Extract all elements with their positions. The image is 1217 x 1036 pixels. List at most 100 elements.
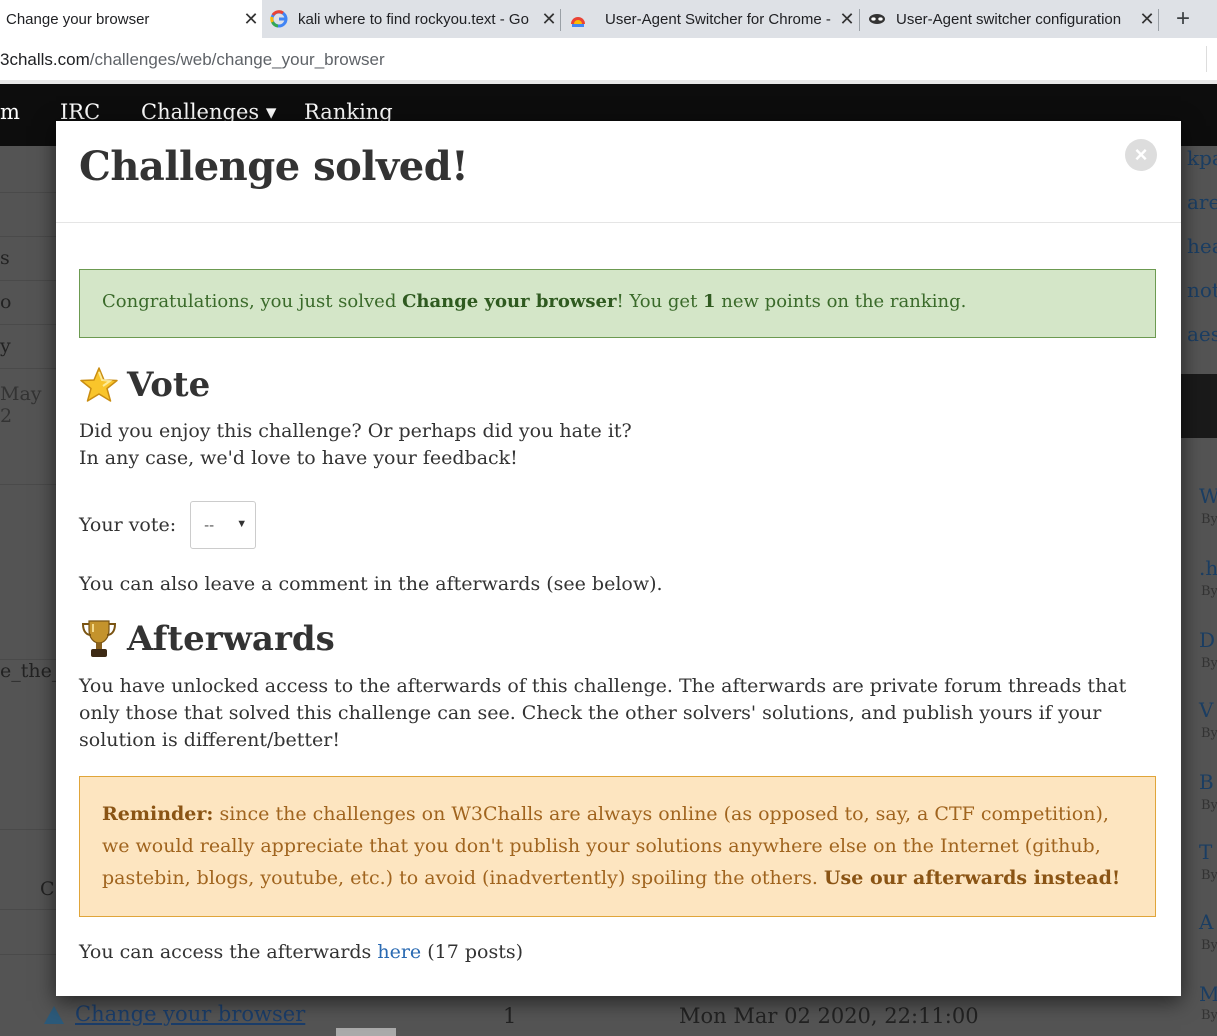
bg-text: .h (1199, 556, 1217, 580)
modal-title: Challenge solved! (79, 143, 469, 190)
afterwards-link[interactable]: here (377, 941, 421, 963)
bg-text: By (1201, 656, 1217, 671)
bg-text: W (1199, 484, 1217, 508)
reminder-emphasis: Use our afterwards instead! (823, 867, 1121, 889)
bg-text: M (1199, 982, 1217, 1006)
bg-text: D (1199, 628, 1216, 652)
browser-tab[interactable]: User-Agent Switcher for Chrome - ✕ (563, 0, 858, 38)
vote-select[interactable]: -- ▼ (190, 501, 257, 549)
close-modal-button[interactable]: × (1125, 139, 1157, 171)
url-path: /challenges/web/change_your_browser (89, 50, 385, 69)
trophy-icon (81, 620, 117, 657)
bg-text: are (1187, 190, 1217, 214)
star-icon (80, 367, 118, 402)
chrome-webstore-icon (571, 17, 585, 27)
close-tab-icon[interactable]: ✕ (836, 9, 858, 30)
bg-text: e_the_ (0, 660, 62, 682)
bg-text: not (1187, 278, 1217, 302)
bg-row (0, 484, 56, 615)
bg-text: B (1199, 770, 1214, 794)
bg-text: By (1201, 584, 1217, 599)
vote-description: Did you enjoy this challenge? Or perhaps… (79, 418, 632, 472)
bg-text: C (40, 878, 55, 900)
success-suffix: new points on the ranking. (715, 291, 967, 312)
success-middle: ! You get (616, 291, 704, 312)
bg-text: aes (1187, 322, 1217, 346)
bg-text: T (1199, 840, 1213, 864)
bg-row: s (0, 236, 56, 280)
access-prefix: You can access the afterwards (79, 941, 378, 963)
reminder-alert: Reminder: since the challenges on W3Chal… (79, 776, 1156, 917)
success-alert: Congratulations, you just solved Change … (79, 269, 1156, 338)
browser-tab-bar: Change your browser ✕ kali where to find… (0, 0, 1217, 38)
vote-heading: Vote (79, 365, 210, 405)
bg-text: o (0, 291, 12, 313)
comment-note: You can also leave a comment in the afte… (79, 573, 663, 595)
afterwards-description: You have unlocked access to the afterwar… (79, 675, 1127, 751)
bg-text: V (1199, 698, 1214, 722)
tab-title: User-Agent Switcher for Chrome - (605, 10, 831, 28)
bg-right-column: kpa are hea not aes W By .h By D By V By… (1181, 84, 1217, 1036)
modal-header: Challenge solved! × (56, 121, 1181, 223)
vote-heading-text: Vote (127, 365, 211, 405)
bg-text: kpa (1187, 146, 1217, 170)
browser-tab[interactable]: kali where to find rockyou.text - Go ✕ (264, 0, 560, 38)
google-icon (270, 10, 288, 28)
bg-text: By (1201, 726, 1217, 741)
browser-tab[interactable]: User-Agent switcher configuration ✕ (862, 0, 1158, 38)
vote-line-2: In any case, we'd love to have your feed… (79, 447, 518, 469)
challenge-solved-modal: Challenge solved! × Congratulations, you… (56, 121, 1181, 996)
bg-challenge-link[interactable]: Change your browser (75, 1002, 305, 1026)
bg-row (0, 954, 56, 1000)
bg-text: By (1201, 938, 1217, 953)
omnibox-edge (1206, 46, 1207, 72)
bg-challenge-date: Mon Mar 02 2020, 22:11:00 (679, 1004, 979, 1028)
tab-title: Change your browser (6, 10, 150, 28)
tab-title: User-Agent switcher configuration (896, 10, 1122, 28)
bg-text: By (1201, 1008, 1217, 1023)
caret-down-icon: ▼ (236, 518, 248, 530)
afterwards-heading: Afterwards (79, 618, 335, 660)
bg-text: By (1201, 868, 1217, 883)
vote-label: Your vote: (79, 514, 177, 536)
address-bar: 3challs.com/challenges/web/change_your_b… (0, 38, 1217, 82)
bg-text: By (1201, 798, 1217, 813)
close-tab-icon[interactable]: ✕ (1136, 9, 1158, 30)
bg-text: s (0, 247, 10, 269)
tab-divider (859, 9, 860, 31)
afterwards-access: You can access the afterwards here (17 p… (79, 939, 523, 966)
afterwards-heading-text: Afterwards (127, 619, 335, 659)
bg-row (0, 192, 56, 233)
access-suffix: (17 posts) (421, 941, 523, 963)
bg-row: o (0, 280, 56, 324)
vote-line-1: Did you enjoy this challenge? Or perhaps… (79, 420, 632, 442)
url-input[interactable]: 3challs.com/challenges/web/change_your_b… (0, 46, 1205, 74)
vote-selected-value: -- (204, 516, 215, 534)
bg-row (0, 909, 56, 955)
bg-text: hea (1187, 234, 1217, 258)
tab-title: kali where to find rockyou.text - Go (298, 10, 529, 28)
bg-row: C (0, 829, 56, 909)
close-tab-icon[interactable]: ✕ (240, 9, 262, 30)
bg-row: May 2 (0, 368, 56, 427)
nav-item-forum[interactable]: m (0, 100, 20, 124)
bg-text: A (1199, 910, 1214, 934)
bg-row: e_the_ (0, 659, 61, 700)
vote-row: Your vote: -- ▼ (79, 500, 257, 550)
bg-challenge-count: 1 (503, 1004, 517, 1028)
challenge-category-icon (44, 1006, 64, 1024)
new-tab-button[interactable]: + (1168, 0, 1198, 38)
bg-text: May 2 (0, 383, 42, 427)
mask-icon (869, 14, 885, 24)
tab-divider (1158, 9, 1159, 31)
browser-tab[interactable]: Change your browser ✕ (0, 0, 262, 38)
bg-text: By (1201, 512, 1217, 527)
bg-text: y (0, 335, 11, 357)
bg-scrollbar (336, 1028, 396, 1036)
tab-divider (560, 9, 561, 31)
close-tab-icon[interactable]: ✕ (538, 9, 560, 30)
solved-challenge-name: Change your browser (402, 291, 617, 312)
reminder-label: Reminder: (102, 803, 214, 825)
bg-image (1181, 374, 1217, 438)
bg-row: y (0, 324, 56, 368)
